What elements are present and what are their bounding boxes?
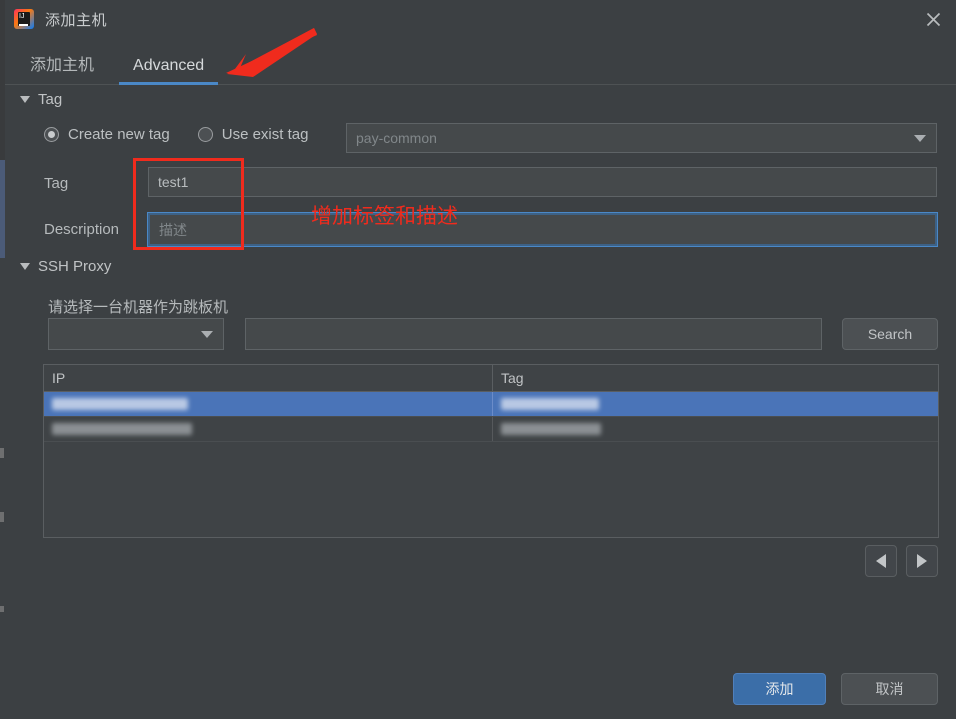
background-window-nub-b [0,512,4,522]
cancel-button[interactable]: 取消 [841,673,938,705]
pager-prev-button[interactable] [865,545,897,577]
exist-tag-combo-value: pay-common [356,130,437,146]
chevron-down-icon [914,135,926,142]
ssh-proxy-search-input[interactable] [245,318,822,350]
table-row[interactable] [44,392,938,417]
table-column-header-ip[interactable]: IP [44,365,493,391]
table-row[interactable] [44,417,938,442]
background-window-nub-a [0,448,4,458]
description-input-placeholder: 描述 [159,220,187,240]
caret-down-icon [20,263,30,270]
tag-input-value: test1 [158,174,188,190]
intellij-idea-icon [14,9,34,29]
ssh-proxy-section-header[interactable]: SSH Proxy [20,258,111,275]
radio-use-exist-tag[interactable]: Use exist tag [198,126,309,143]
exist-tag-combo[interactable]: pay-common [346,123,937,153]
description-field-label: Description [44,221,119,238]
ssh-proxy-host-table: IP Tag [43,364,939,538]
chevron-down-icon [201,331,213,338]
radio-create-new-tag[interactable]: Create new tag [44,126,170,143]
tag-mode-radio-group: Create new tag Use exist tag [44,126,308,143]
radio-dot-icon [198,127,213,142]
ssh-proxy-section-title: SSH Proxy [38,258,111,275]
background-window-edge-highlight [0,160,5,258]
close-icon[interactable] [910,0,956,38]
radio-dot-selected-icon [44,127,59,142]
table-cell-ip [44,392,493,416]
add-host-dialog: 添加主机 添加主机 Advanced Tag Create new tag Us… [0,0,956,719]
redacted-tag-value [501,398,599,410]
tag-field-label: Tag [44,175,68,192]
table-cell-ip [44,417,493,441]
tag-section-title: Tag [38,91,62,108]
tab-bar: 添加主机 Advanced [5,42,956,85]
redacted-ip-value [52,423,192,435]
radio-create-new-tag-label: Create new tag [68,126,170,143]
confirm-button[interactable]: 添加 [733,673,826,705]
window-title: 添加主机 [45,9,107,30]
background-window-nub-c [0,606,4,612]
radio-use-exist-tag-label: Use exist tag [222,126,309,143]
triangle-left-icon [876,554,886,568]
ssh-proxy-hint: 请选择一台机器作为跳板机 [48,296,228,317]
description-input[interactable]: 描述 [148,213,937,246]
pager-next-button[interactable] [906,545,938,577]
table-column-header-tag[interactable]: Tag [493,365,938,391]
redacted-tag-value [501,423,601,435]
tag-section-header[interactable]: Tag [20,91,62,108]
search-button[interactable]: Search [842,318,938,350]
table-cell-tag [493,392,938,416]
redacted-ip-value [52,398,188,410]
table-cell-tag [493,417,938,441]
tab-advanced[interactable]: Advanced [119,57,218,84]
tag-input[interactable]: test1 [148,167,937,197]
title-bar: 添加主机 [5,0,956,38]
table-header-row: IP Tag [44,365,938,392]
background-window-edge-bottom [0,258,5,719]
caret-down-icon [20,96,30,103]
ssh-proxy-filter-combo[interactable] [48,318,224,350]
tab-add-host[interactable]: 添加主机 [16,51,108,84]
triangle-right-icon [917,554,927,568]
